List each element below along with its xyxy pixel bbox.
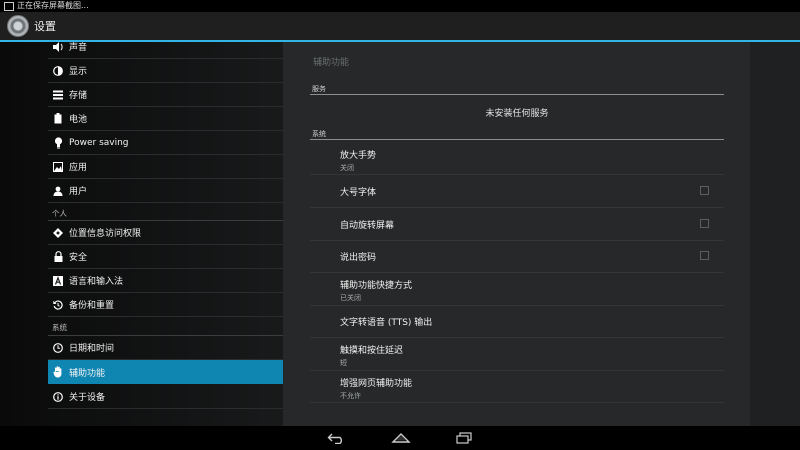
large-text-checkbox[interactable] bbox=[700, 186, 709, 195]
setting-title: 辅助功能快捷方式 bbox=[340, 281, 413, 291]
navigation-bar bbox=[0, 426, 800, 450]
sidebar-item-date-time[interactable]: 日期和时间 bbox=[48, 336, 283, 360]
sidebar-item-language[interactable]: 语言和输入法 bbox=[48, 269, 283, 293]
status-bar: 正在保存屏幕截图... bbox=[0, 0, 800, 12]
apps-icon bbox=[52, 161, 64, 173]
setting-summary: 已关闭 bbox=[340, 294, 361, 302]
sidebar-item-power-saving[interactable]: Power saving bbox=[48, 131, 283, 155]
sidebar-item-label: 安全 bbox=[69, 253, 88, 263]
setting-summary: 关闭 bbox=[340, 164, 354, 172]
section-header-system: 系统 bbox=[52, 323, 67, 332]
speak-passwords-checkbox[interactable] bbox=[700, 251, 709, 260]
setting-summary: 短 bbox=[340, 359, 347, 367]
hand-icon bbox=[52, 366, 64, 378]
row-divider bbox=[310, 240, 724, 241]
sidebar-item-apps[interactable]: 应用 bbox=[48, 155, 283, 179]
panel-title: 辅助功能 bbox=[313, 58, 350, 68]
sidebar-item-display[interactable]: 显示 bbox=[48, 59, 283, 83]
setting-title: 增强网页辅助功能 bbox=[340, 379, 413, 389]
lock-icon bbox=[52, 251, 64, 263]
setting-auto-rotate[interactable]: 自动旋转屏幕 bbox=[340, 218, 394, 231]
sidebar-item-storage[interactable]: 存储 bbox=[48, 83, 283, 107]
setting-touch-hold-delay[interactable]: 触摸和按住延迟 短 bbox=[340, 343, 403, 368]
setting-tts-output[interactable]: 文字转语音 (TTS) 输出 bbox=[340, 315, 432, 328]
brightness-icon bbox=[52, 65, 64, 77]
section-divider bbox=[310, 139, 724, 140]
language-icon bbox=[52, 275, 64, 287]
settings-app-icon[interactable] bbox=[7, 15, 29, 37]
sidebar-item-label: 备份和重置 bbox=[69, 301, 115, 311]
setting-large-text[interactable]: 大号字体 bbox=[340, 185, 376, 198]
section-header-personal: 个人 bbox=[52, 209, 67, 218]
sidebar-item-sound[interactable]: 声音 bbox=[48, 42, 283, 59]
setting-title: 文字转语音 (TTS) 输出 bbox=[340, 318, 433, 328]
sidebar-item-label: 辅助功能 bbox=[69, 368, 106, 379]
setting-title: 触摸和按住延迟 bbox=[340, 346, 404, 356]
setting-summary: 不允许 bbox=[340, 392, 361, 400]
no-services-text: 未安装任何服务 bbox=[485, 109, 549, 119]
row-divider bbox=[310, 370, 724, 371]
sidebar-item-label: 日期和时间 bbox=[69, 344, 115, 354]
clock-icon bbox=[52, 342, 64, 354]
sidebar-item-label: 用户 bbox=[69, 187, 88, 197]
sidebar-item-label: 声音 bbox=[69, 43, 88, 53]
sidebar-item-location[interactable]: 位置信息访问权限 bbox=[48, 221, 283, 245]
page-title: 设置 bbox=[34, 20, 56, 33]
sidebar-item-users[interactable]: 用户 bbox=[48, 179, 283, 203]
action-bar: 设置 bbox=[0, 12, 800, 42]
location-icon bbox=[52, 227, 64, 239]
row-divider bbox=[310, 272, 724, 273]
setting-magnification-gestures[interactable]: 放大手势 关闭 bbox=[340, 148, 376, 173]
setting-title: 放大手势 bbox=[340, 151, 377, 161]
setting-title: 自动旋转屏幕 bbox=[340, 221, 395, 231]
section-divider bbox=[310, 94, 724, 95]
setting-speak-passwords[interactable]: 说出密码 bbox=[340, 250, 376, 263]
row-divider bbox=[310, 402, 724, 403]
setting-accessibility-shortcut[interactable]: 辅助功能快捷方式 已关闭 bbox=[340, 278, 412, 303]
back-icon[interactable] bbox=[325, 430, 349, 446]
sidebar-item-backup[interactable]: 备份和重置 bbox=[48, 293, 283, 317]
row-divider bbox=[310, 207, 724, 208]
settings-nav[interactable]: 声音 显示 存储 电池 Power saving 应用 用户 个人 位置信息访问… bbox=[48, 42, 283, 426]
sidebar-item-label: 显示 bbox=[69, 67, 88, 77]
storage-icon bbox=[52, 89, 64, 101]
row-divider bbox=[310, 305, 724, 306]
lightbulb-icon bbox=[52, 136, 64, 149]
content-area: 声音 显示 存储 电池 Power saving 应用 用户 个人 位置信息访问… bbox=[0, 42, 800, 426]
row-divider bbox=[310, 337, 724, 338]
setting-enhance-web-accessibility[interactable]: 增强网页辅助功能 不允许 bbox=[340, 376, 412, 401]
screenshot-icon bbox=[4, 1, 14, 11]
sidebar-item-label: Power saving bbox=[69, 137, 129, 148]
recents-icon[interactable] bbox=[452, 430, 476, 446]
sidebar-item-label: 位置信息访问权限 bbox=[69, 229, 142, 239]
auto-rotate-checkbox[interactable] bbox=[700, 219, 709, 228]
sidebar-item-security[interactable]: 安全 bbox=[48, 245, 283, 269]
sidebar-item-label: 应用 bbox=[69, 163, 88, 173]
accessibility-panel: 辅助功能 服务 未安装任何服务 系统 放大手势 关闭 大号字体 自动旋转屏幕 说… bbox=[283, 42, 750, 426]
setting-title: 大号字体 bbox=[340, 188, 377, 198]
battery-icon bbox=[52, 113, 64, 125]
status-text: 正在保存屏幕截图... bbox=[17, 1, 89, 10]
setting-title: 说出密码 bbox=[340, 253, 377, 263]
sidebar-item-battery[interactable]: 电池 bbox=[48, 107, 283, 131]
user-icon bbox=[52, 185, 64, 197]
sidebar-item-about[interactable]: 关于设备 bbox=[48, 385, 283, 409]
sidebar-item-accessibility[interactable]: 辅助功能 bbox=[48, 360, 283, 384]
sidebar-item-label: 电池 bbox=[69, 115, 88, 125]
info-icon bbox=[52, 391, 64, 403]
home-icon[interactable] bbox=[389, 430, 413, 446]
sidebar-item-label: 关于设备 bbox=[69, 393, 106, 403]
speaker-icon bbox=[52, 42, 64, 53]
backup-icon bbox=[52, 299, 64, 311]
sidebar-item-label: 语言和输入法 bbox=[69, 277, 124, 287]
row-divider bbox=[310, 174, 724, 175]
sidebar-item-label: 存储 bbox=[69, 91, 88, 101]
section-header-system: 系统 bbox=[312, 130, 326, 138]
section-header-services: 服务 bbox=[312, 85, 326, 93]
